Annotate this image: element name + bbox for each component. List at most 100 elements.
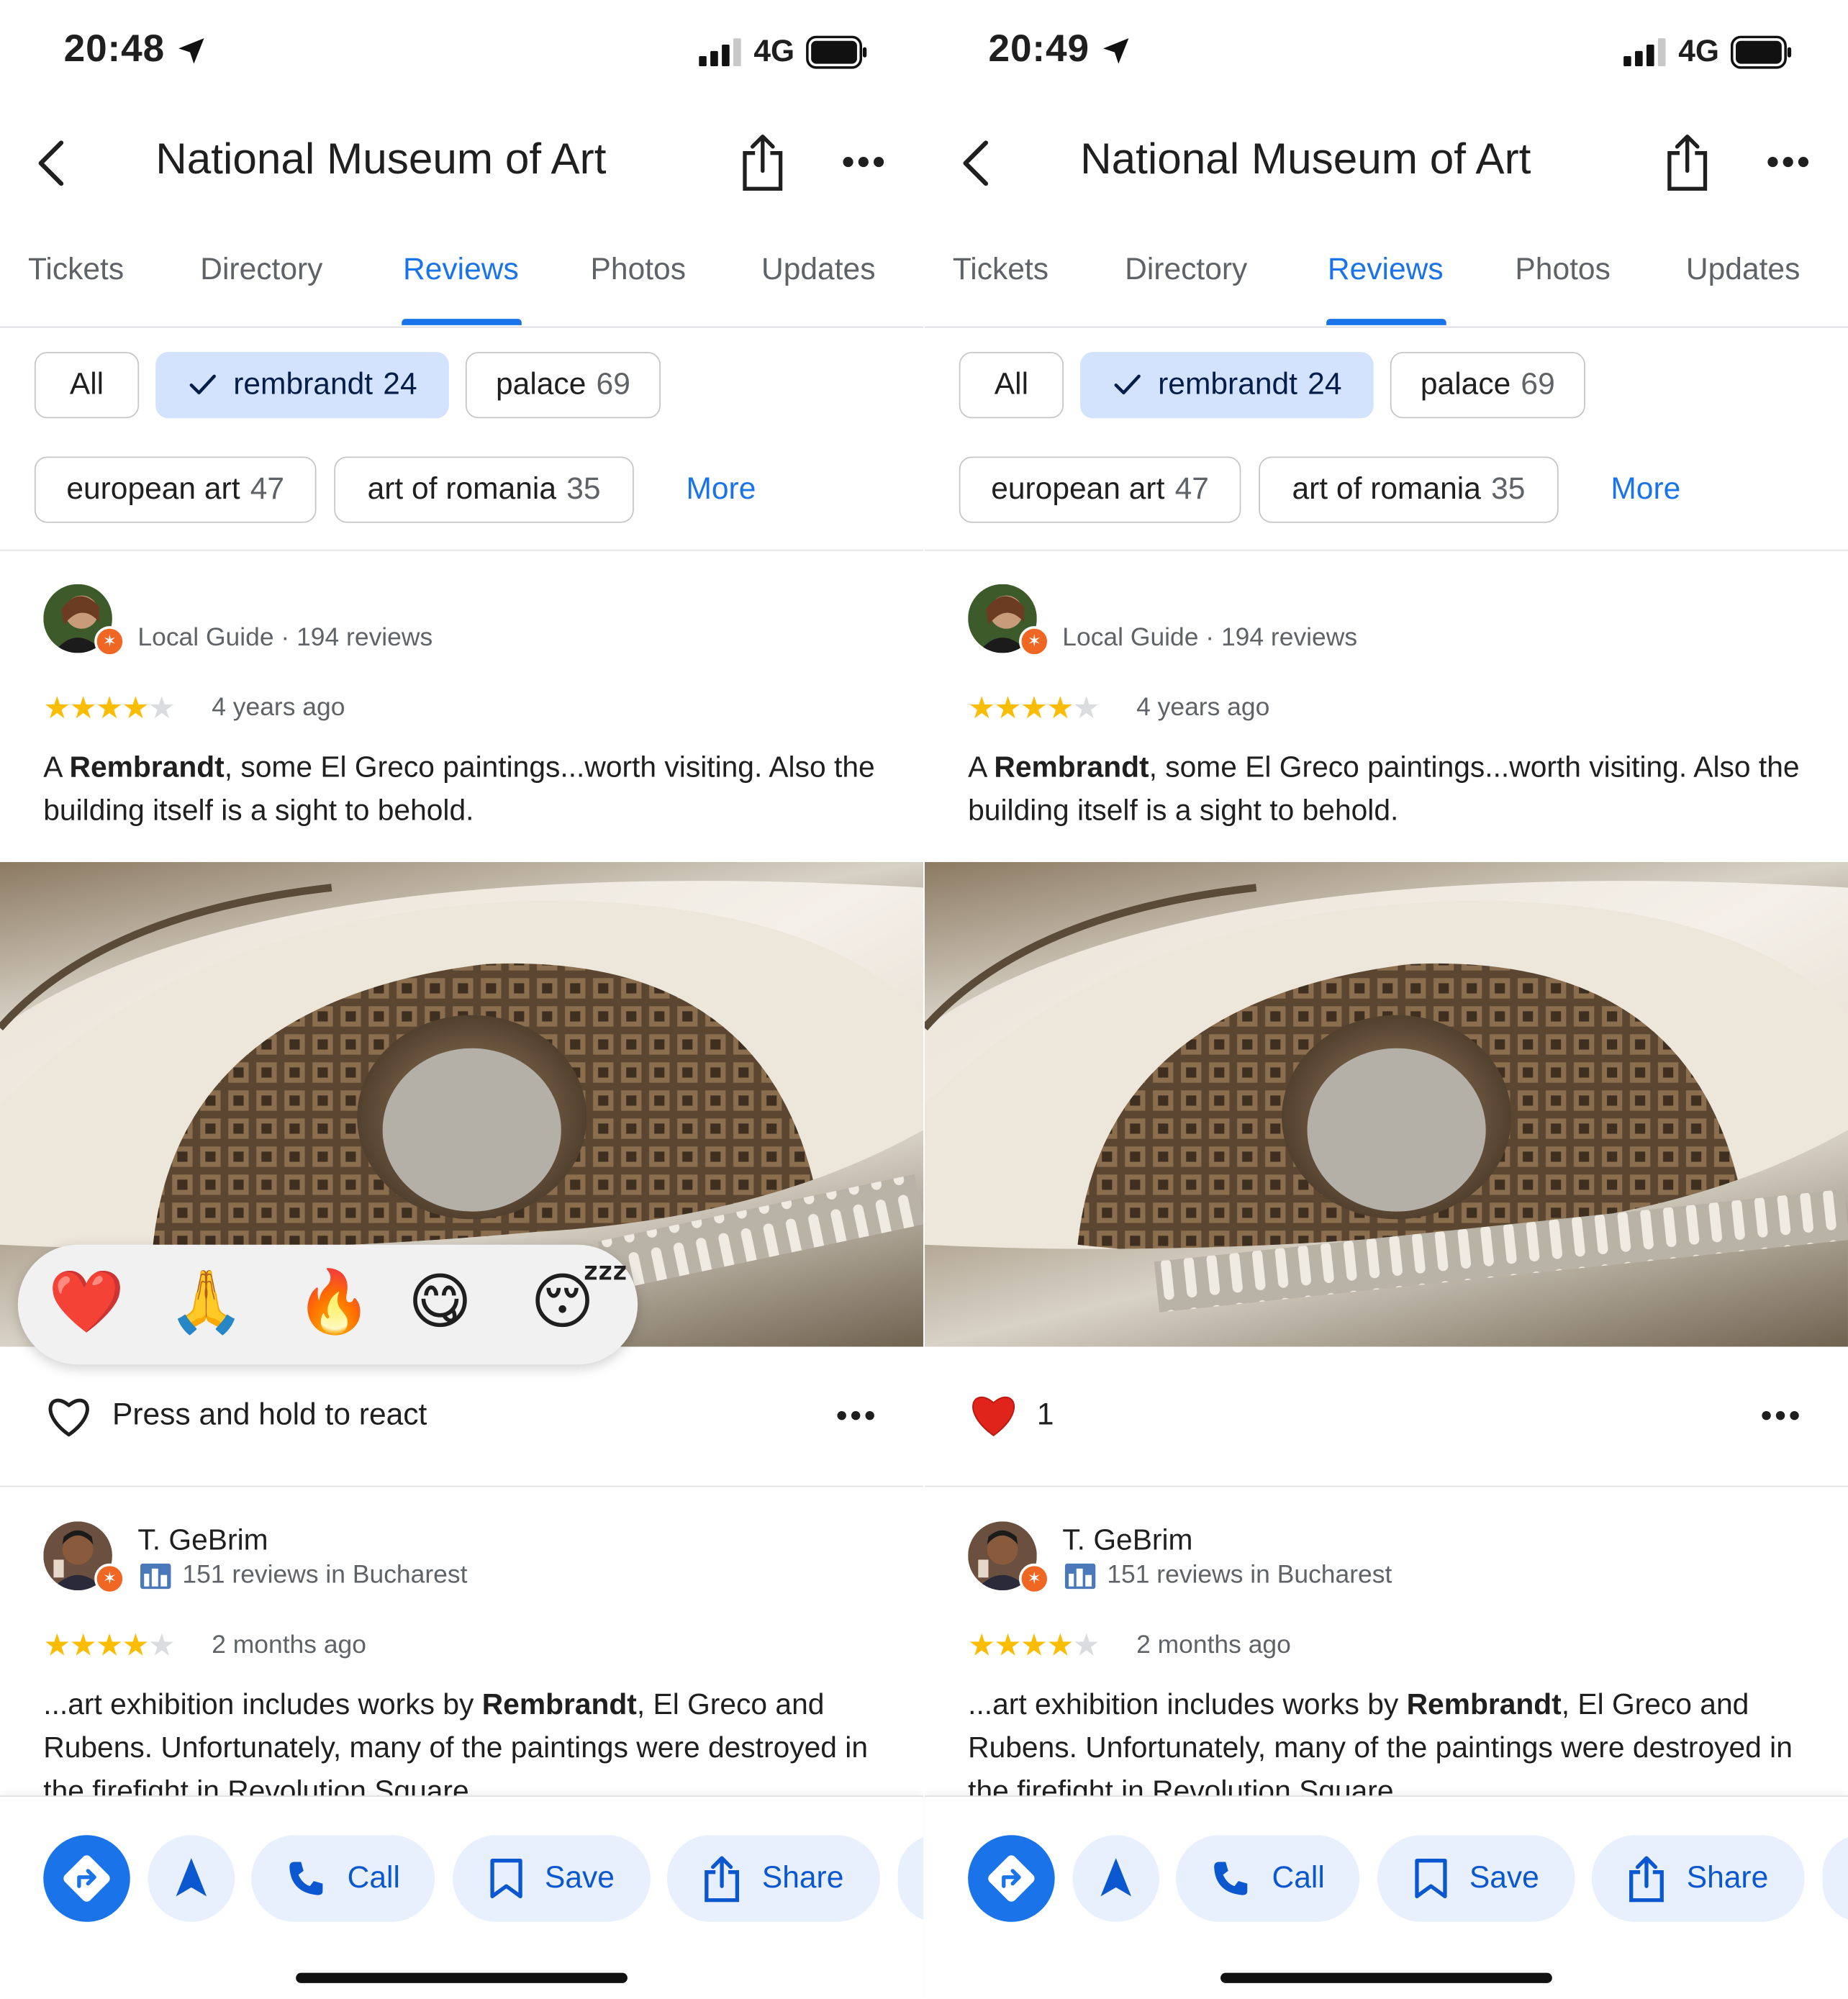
tab-reviews[interactable]: Reviews <box>403 253 519 289</box>
tab-reviews[interactable]: Reviews <box>1328 253 1444 289</box>
status-time: 20:48 <box>63 27 166 71</box>
star-rating: ★★★★★ <box>43 1628 176 1664</box>
chip-count: 35 <box>1491 471 1526 507</box>
share-icon <box>1629 1856 1664 1903</box>
tab-bar: Tickets Directory Reviews Photos Updates <box>0 237 924 328</box>
chip-count: 69 <box>1521 367 1555 402</box>
active-tab-indicator <box>1326 319 1446 325</box>
filter-chip-all[interactable]: All <box>959 352 1064 419</box>
start-navigation-button[interactable] <box>148 1835 235 1922</box>
filter-chip-art-of-romania[interactable]: art of romania 35 <box>334 456 634 523</box>
divider <box>0 1485 924 1487</box>
reaction-row: 1 <box>925 1377 1848 1454</box>
divider <box>924 549 1848 551</box>
save-button[interactable]: Save <box>453 1835 651 1922</box>
pray-reaction-icon[interactable]: 🙏 <box>168 1263 245 1344</box>
divider <box>0 549 924 551</box>
more-actions-button[interactable] <box>1822 1835 1848 1922</box>
directions-button[interactable] <box>43 1835 130 1922</box>
review-time: 2 months ago <box>1136 1631 1291 1659</box>
filter-chip-european-art[interactable]: european art 47 <box>959 456 1241 523</box>
fire-reaction-icon[interactable]: 🔥 <box>296 1263 372 1344</box>
heart-outline-icon[interactable] <box>46 1395 92 1438</box>
yum-reaction-icon[interactable]: 😋 <box>408 1263 472 1344</box>
chip-label: european art <box>991 471 1165 507</box>
share-label: Share <box>761 1860 844 1895</box>
action-bar: Call Save Share <box>0 1795 924 1999</box>
filter-chip-palace[interactable]: palace 69 <box>1390 352 1585 419</box>
review-text: A Rembrandt, some El Greco paintings...w… <box>968 750 1800 827</box>
filter-chip-rembrandt[interactable]: rembrandt 24 <box>155 352 449 419</box>
filter-chip-all[interactable]: All <box>34 352 140 419</box>
signal-icon <box>1623 38 1666 67</box>
more-actions-button[interactable] <box>897 1835 924 1922</box>
more-options-icon[interactable] <box>842 153 885 171</box>
reviewer-name[interactable]: T. GeBrim <box>1062 1523 1192 1557</box>
filter-chip-rembrandt[interactable]: rembrandt 24 <box>1080 352 1374 419</box>
filters-more-link[interactable]: More <box>1611 472 1680 508</box>
status-bar: 20:48 4G <box>0 0 923 104</box>
filter-chip-art-of-romania[interactable]: art of romania 35 <box>1259 456 1559 523</box>
local-guide-badge-icon: ✶ <box>1019 626 1050 657</box>
title-bar: National Museum of Art <box>925 115 1848 217</box>
review-text: ...art exhibition includes works by Remb… <box>968 1687 1793 1808</box>
tab-photos[interactable]: Photos <box>591 253 686 289</box>
share-button[interactable]: Share <box>1591 1835 1805 1922</box>
tab-updates[interactable]: Updates <box>761 253 875 289</box>
navigation-arrow-icon <box>176 1858 207 1897</box>
page-title: National Museum of Art <box>1080 135 1531 184</box>
location-arrow-icon <box>1102 38 1129 64</box>
tab-tickets[interactable]: Tickets <box>953 253 1048 289</box>
chip-count: 69 <box>596 367 630 402</box>
share-icon <box>705 1856 740 1903</box>
more-options-icon[interactable] <box>1767 153 1810 171</box>
share-label: Share <box>1686 1860 1769 1895</box>
tab-bar: Tickets Directory Reviews Photos Updates <box>924 237 1848 328</box>
sleepy-reaction-icon[interactable]: 😴 <box>530 1263 628 1344</box>
review-time: 4 years ago <box>212 694 345 722</box>
bookmark-icon <box>490 1859 522 1898</box>
reaction-count: 1 <box>1036 1397 1054 1433</box>
back-icon[interactable] <box>28 137 79 189</box>
chip-count: 47 <box>1174 471 1209 507</box>
title-bar: National Museum of Art <box>0 115 923 217</box>
tab-updates[interactable]: Updates <box>1686 253 1800 289</box>
save-label: Save <box>545 1860 615 1895</box>
share-icon[interactable] <box>740 132 786 191</box>
check-icon <box>189 374 216 395</box>
review-time: 2 months ago <box>212 1631 366 1659</box>
tab-tickets[interactable]: Tickets <box>28 253 124 289</box>
reviewer-meta: 151 reviews in Bucharest <box>182 1561 468 1590</box>
active-tab-indicator <box>402 319 522 325</box>
review-photo[interactable] <box>924 862 1848 1347</box>
heart-reaction-icon[interactable]: ❤️ <box>48 1263 124 1344</box>
chip-label: european art <box>66 471 240 507</box>
star-rating: ★★★★★ <box>43 691 176 726</box>
call-button[interactable]: Call <box>1176 1835 1360 1922</box>
network-type: 4G <box>1678 34 1720 69</box>
bookmark-icon <box>1415 1859 1447 1898</box>
reviewer-meta: Local Guide · 194 reviews <box>1062 623 1358 652</box>
react-label[interactable]: Press and hold to react <box>112 1397 427 1433</box>
review-more-icon[interactable] <box>837 1408 875 1423</box>
tab-photos[interactable]: Photos <box>1515 253 1610 289</box>
filter-chip-palace[interactable]: palace 69 <box>465 352 661 419</box>
tab-directory[interactable]: Directory <box>200 253 322 289</box>
directions-button[interactable] <box>968 1835 1055 1922</box>
review-more-icon[interactable] <box>1761 1408 1799 1423</box>
reviewer-name[interactable]: T. GeBrim <box>137 1523 268 1557</box>
tab-directory[interactable]: Directory <box>1125 253 1247 289</box>
save-button[interactable]: Save <box>1377 1835 1575 1922</box>
filters-more-link[interactable]: More <box>686 472 756 508</box>
chip-label: art of romania <box>1292 471 1481 507</box>
call-button[interactable]: Call <box>251 1835 435 1922</box>
directions-icon <box>63 1855 110 1902</box>
share-button[interactable]: Share <box>666 1835 880 1922</box>
back-icon[interactable] <box>953 137 1004 189</box>
start-navigation-button[interactable] <box>1072 1835 1159 1922</box>
local-guide-badge-icon: ✶ <box>94 626 125 657</box>
local-guide-badge-icon: ✶ <box>94 1563 125 1595</box>
heart-filled-icon[interactable] <box>968 1390 1019 1441</box>
share-icon[interactable] <box>1664 132 1711 191</box>
filter-chip-european-art[interactable]: european art 47 <box>34 456 317 523</box>
